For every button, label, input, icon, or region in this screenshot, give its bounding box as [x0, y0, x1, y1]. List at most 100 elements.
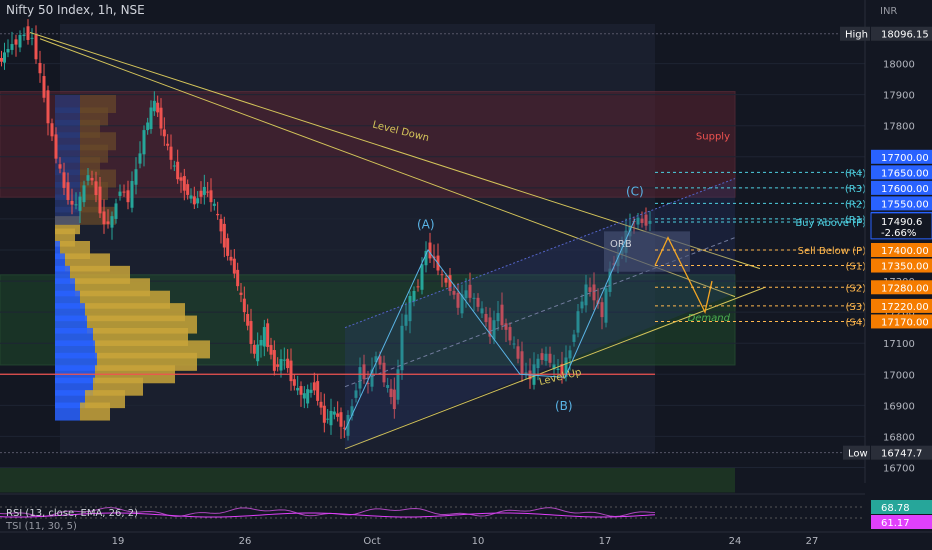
candle-body — [199, 190, 203, 197]
candle-body — [262, 327, 266, 347]
candle-body — [14, 39, 18, 45]
price-badge-label: 17600.00 — [881, 184, 929, 195]
candle-body — [239, 292, 243, 295]
indicator2-value: 61.17 — [881, 518, 910, 529]
orb-label: ORB — [610, 239, 632, 250]
candle-body — [126, 190, 130, 203]
pivot-label: (S3) — [845, 302, 866, 313]
candle-body — [420, 264, 424, 290]
x-tick-label: 24 — [729, 536, 742, 547]
low-tag-label: Low — [848, 449, 868, 460]
candle-body — [289, 360, 293, 382]
candle-body — [156, 102, 160, 113]
candle-body — [114, 203, 118, 219]
x-tick-label: 26 — [239, 536, 252, 547]
candle-body — [86, 175, 90, 181]
x-tick-label: Oct — [363, 536, 380, 547]
candle-body — [412, 291, 416, 302]
candle-body — [149, 107, 153, 130]
candle-body — [166, 143, 170, 146]
pivot-label: (S2) — [845, 283, 866, 294]
rsi-value: 68.78 — [881, 503, 910, 514]
price-chart[interactable]: SupplyDemand ORB(A)(B)(C)Level DownLevel… — [0, 0, 932, 550]
candle-body — [122, 191, 126, 193]
candle-body — [252, 344, 256, 354]
candle-body — [309, 389, 313, 393]
wave-b-label: (B) — [555, 399, 573, 413]
candle-body — [246, 313, 250, 326]
candle-body — [196, 198, 200, 204]
candle-body — [74, 204, 78, 206]
candle-body — [82, 185, 86, 203]
candle-body — [272, 350, 276, 371]
candle-body — [242, 298, 246, 313]
candle-body — [219, 218, 223, 232]
candle-body — [58, 164, 62, 169]
candle-body — [138, 153, 142, 164]
candle-body — [236, 269, 240, 287]
candle-body — [322, 405, 326, 423]
candle-body — [46, 90, 50, 124]
candle-body — [302, 393, 306, 399]
pivot-label: (S1) — [845, 262, 866, 273]
candle-body — [319, 401, 323, 408]
price-badge-label: 17550.00 — [881, 199, 929, 210]
candle-body — [212, 203, 216, 206]
candle-body — [339, 412, 343, 427]
candle-body — [169, 146, 173, 160]
candle-body — [172, 165, 176, 167]
supply-label: Supply — [696, 132, 730, 143]
candle-body — [118, 191, 122, 196]
wave-a-label: (A) — [417, 217, 435, 231]
candle-body — [26, 26, 30, 40]
candle-body — [316, 381, 320, 401]
candle-body — [282, 359, 286, 361]
candle-body — [98, 186, 102, 214]
candle-body — [556, 368, 560, 370]
candle-body — [90, 177, 94, 181]
y-tick-label: 17800 — [883, 122, 915, 133]
x-tick-label: 27 — [806, 536, 819, 547]
rsi-label: RSI (13, close, EMA, 26, 2) — [6, 508, 138, 519]
candle-body — [3, 52, 6, 63]
currency-label: INR — [880, 6, 897, 17]
candle-body — [0, 58, 3, 62]
candle-body — [189, 195, 193, 199]
high-tag-label: High — [845, 30, 868, 41]
pivot-label: (R2) — [845, 199, 866, 210]
candle-body — [18, 34, 22, 48]
candle-body — [192, 196, 196, 205]
candle-body — [102, 211, 106, 225]
candle-body — [182, 176, 186, 191]
candle-body — [296, 387, 300, 391]
candle-body — [94, 181, 98, 196]
candle-body — [130, 181, 134, 208]
pivot-label: Sell Below (P) — [798, 246, 866, 257]
high-value: 18096.15 — [881, 30, 929, 41]
candle-body — [249, 321, 253, 344]
candle-body — [34, 35, 38, 60]
candle-body — [78, 196, 82, 211]
price-badge-label: 17650.00 — [881, 168, 929, 179]
price-badge-label: 17280.00 — [881, 283, 929, 294]
candle-body — [226, 238, 230, 256]
price-badge-label: 17220.00 — [881, 302, 929, 313]
candle-body — [209, 190, 213, 203]
candle-body — [292, 379, 296, 386]
indicator2-label: TSI (11, 30, 5) — [5, 521, 77, 532]
candle-body — [232, 258, 236, 274]
pivot-label: Buy Above (P) — [795, 218, 866, 229]
candle-body — [266, 323, 270, 347]
profile-bar-blue — [55, 206, 80, 225]
pivot-label: (R3) — [845, 184, 866, 195]
candle-body — [202, 186, 206, 195]
candle-body — [142, 130, 146, 155]
candle-body — [179, 177, 183, 181]
candle-body — [444, 277, 448, 283]
candle-body — [256, 344, 260, 362]
candle-body — [440, 274, 444, 276]
candle-body — [286, 358, 290, 369]
candle-body — [6, 48, 10, 53]
x-tick-label: 17 — [599, 536, 612, 547]
orb-box — [604, 231, 690, 272]
